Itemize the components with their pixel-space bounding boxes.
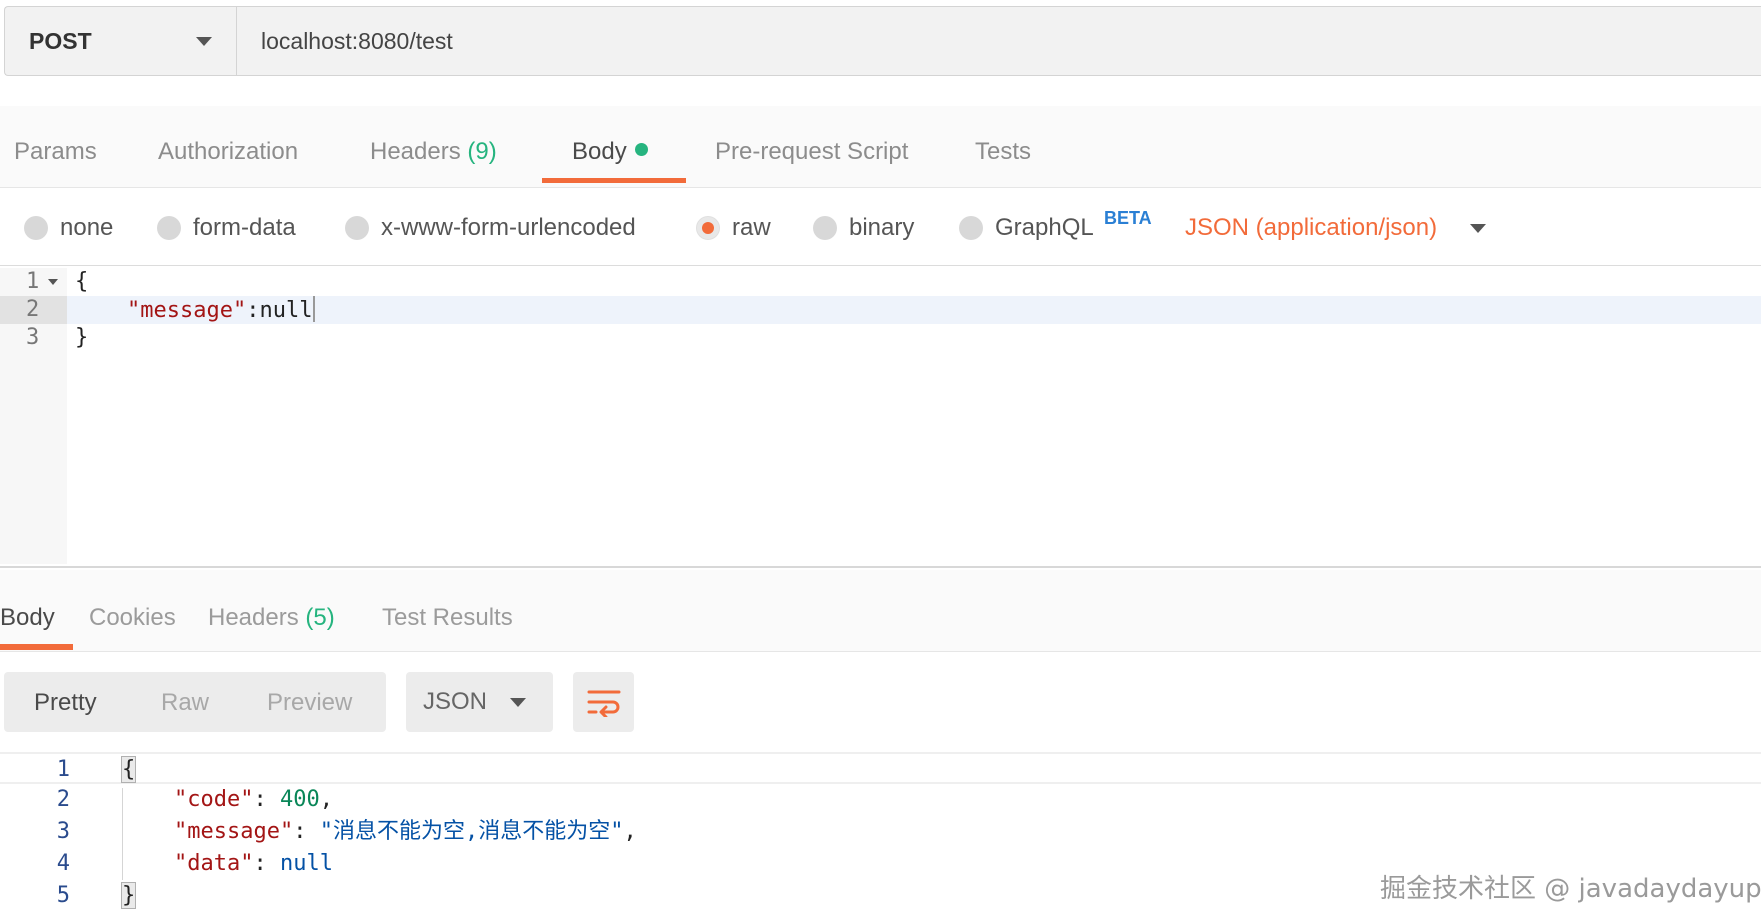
radio-label: none — [60, 214, 114, 241]
radio-graphql[interactable]: GraphQL — [959, 214, 1094, 242]
radio-label: form-data — [193, 214, 296, 241]
tab-cookies[interactable]: Cookies — [89, 604, 176, 632]
code-text: "data": null — [174, 851, 333, 876]
text-caret — [313, 296, 316, 322]
code-text: { — [75, 269, 89, 294]
tab-label: Cookies — [89, 604, 176, 631]
code-text: "message":null — [127, 296, 316, 325]
headers-count: (9) — [467, 138, 497, 165]
tab-label: Test Results — [382, 604, 513, 631]
radio-circle-icon — [157, 216, 181, 240]
radio-circle-icon — [24, 216, 48, 240]
radio-none[interactable]: none — [24, 214, 113, 242]
json-value: null — [279, 851, 333, 876]
matched-brace: } — [120, 882, 137, 909]
tab-label: Body — [0, 604, 55, 631]
response-format-select[interactable]: JSON — [406, 672, 553, 732]
active-tab-indicator — [542, 178, 686, 183]
radio-label: GraphQL — [995, 214, 1094, 241]
radio-circle-icon — [813, 216, 837, 240]
code-text: "message": "消息不能为空,消息不能为空", — [174, 819, 637, 844]
tab-label: Params — [14, 138, 97, 165]
line-number: 1 — [56, 757, 70, 782]
beta-badge: BETA — [1104, 208, 1152, 228]
code-text: { — [120, 754, 137, 786]
chevron-down-icon[interactable] — [1470, 224, 1486, 233]
method-label: POST — [29, 27, 92, 54]
matched-brace: { — [120, 756, 137, 783]
radio-label: raw — [732, 214, 771, 241]
url-input[interactable]: localhost:8080/test — [237, 7, 1761, 75]
format-label: JSON — [423, 688, 488, 715]
json-key: "message" — [174, 819, 294, 844]
chevron-down-icon — [196, 36, 212, 46]
watermark: 掘金技术社区 @ javadaydayup — [1380, 874, 1761, 904]
tab-label: Body — [572, 138, 627, 165]
json-value: :null — [246, 298, 313, 323]
editor-line: 3 } — [0, 324, 1761, 352]
chevron-down-icon — [510, 698, 526, 707]
tab-params[interactable]: Params — [14, 138, 97, 166]
tab-pre-request-script[interactable]: Pre-request Script — [715, 138, 908, 166]
editor-line-active: 2 "message":null — [0, 296, 1761, 324]
radio-form-data[interactable]: form-data — [157, 214, 296, 242]
response-line: 1 { — [0, 752, 1761, 784]
tab-label: Headers — [208, 604, 299, 631]
json-key: "message" — [127, 298, 247, 323]
code-text: } — [120, 880, 137, 912]
wrap-lines-button[interactable] — [573, 672, 634, 732]
json-value: "消息不能为空,消息不能为空" — [319, 819, 624, 844]
view-preview-button[interactable]: Preview — [267, 689, 352, 717]
radio-x-www-form-urlencoded[interactable]: x-www-form-urlencoded — [345, 214, 636, 242]
line-number: 4 — [56, 851, 70, 876]
editor-line: 1 { — [0, 268, 1761, 296]
tab-headers[interactable]: Headers (9) — [370, 138, 497, 166]
code-text: "code": 400, — [174, 787, 333, 812]
json-key: "data" — [174, 851, 254, 876]
tab-test-results[interactable]: Test Results — [382, 604, 513, 632]
radio-label: x-www-form-urlencoded — [381, 214, 636, 241]
wrap-lines-icon — [587, 690, 620, 717]
view-mode-group: Pretty Raw Preview — [4, 672, 386, 732]
line-number: 2 — [0, 296, 67, 324]
tab-label: Tests — [975, 138, 1032, 165]
line-number: 5 — [56, 883, 70, 908]
request-url-bar: POST localhost:8080/test — [4, 6, 1761, 76]
json-key: "code" — [174, 787, 254, 812]
tab-response-body[interactable]: Body — [0, 604, 55, 632]
request-body-editor[interactable]: 1 { 2 "message":null 3 } — [0, 268, 1761, 568]
tab-body[interactable]: Body — [572, 138, 648, 166]
tab-tests[interactable]: Tests — [975, 138, 1031, 166]
radio-circle-icon — [345, 216, 369, 240]
view-raw-button[interactable]: Raw — [161, 689, 209, 717]
radio-circle-icon — [959, 216, 983, 240]
request-tabs: Params Authorization Headers (9) Body Pr… — [0, 106, 1761, 188]
headers-count: (5) — [305, 604, 335, 631]
tab-label: Authorization — [158, 138, 299, 165]
method-select[interactable]: POST — [5, 7, 237, 75]
response-line: 3 "message": "消息不能为空,消息不能为空", — [0, 816, 1761, 848]
tab-label: Pre-request Script — [715, 138, 909, 165]
radio-binary[interactable]: binary — [813, 214, 914, 242]
modified-dot-icon — [634, 143, 648, 156]
response-line: 2 "code": 400, — [0, 784, 1761, 816]
url-value: localhost:8080/test — [261, 27, 453, 54]
radio-label: binary — [849, 214, 915, 241]
tab-label: Headers — [370, 138, 461, 165]
response-tabs: Body Cookies Headers (5) Test Results — [0, 570, 1761, 652]
tab-response-headers[interactable]: Headers (5) — [208, 604, 335, 632]
json-value: 400 — [279, 787, 320, 812]
code-text: } — [75, 325, 89, 350]
line-number: 3 — [56, 819, 70, 844]
radio-selected-icon — [696, 216, 720, 240]
active-tab-indicator — [0, 644, 73, 650]
view-pretty-button[interactable]: Pretty — [34, 689, 97, 717]
content-type-select[interactable]: JSON (application/json) — [1185, 214, 1437, 242]
line-number: 2 — [56, 787, 70, 812]
radio-raw[interactable]: raw — [696, 214, 771, 242]
fold-arrow-icon[interactable] — [48, 279, 58, 285]
line-number: 3 — [26, 325, 40, 350]
body-type-radios: none form-data x-www-form-urlencoded raw… — [0, 188, 1761, 266]
tab-authorization[interactable]: Authorization — [158, 138, 298, 166]
